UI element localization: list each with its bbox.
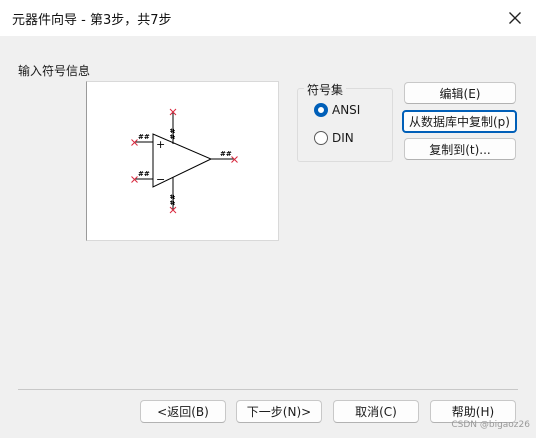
close-icon bbox=[509, 12, 521, 24]
plus-sign: + bbox=[156, 138, 165, 151]
radio-ansi[interactable]: ANSI bbox=[314, 103, 360, 117]
radio-din-indicator[interactable] bbox=[314, 131, 328, 145]
copy-from-database-button[interactable]: 从数据库中复制(p) bbox=[402, 110, 517, 133]
title-bar: 元器件向导 - 第3步，共7步 bbox=[0, 0, 536, 36]
watermark: CSDN @bigaoz26 bbox=[451, 420, 530, 430]
window-title: 元器件向导 - 第3步，共7步 bbox=[12, 13, 172, 28]
copy-to-button[interactable]: 复制到(t)... bbox=[404, 138, 516, 160]
symbol-set-title: 符号集 bbox=[304, 81, 347, 98]
symbol-set-group bbox=[297, 88, 393, 162]
pin-mark-power-bottom: ## bbox=[168, 194, 176, 206]
pin-mark-input-minus: ## bbox=[138, 170, 150, 178]
radio-din-label: DIN bbox=[332, 131, 354, 145]
pin-mark-output: ## bbox=[220, 150, 232, 158]
radio-ansi-label: ANSI bbox=[332, 103, 361, 117]
back-button[interactable]: <返回(B) bbox=[140, 400, 226, 423]
next-button[interactable]: 下一步(N)> bbox=[236, 400, 322, 423]
opamp-symbol-icon: + − ## ## ## ## ## bbox=[131, 108, 238, 214]
cancel-button[interactable]: 取消(C) bbox=[333, 400, 419, 423]
radio-din[interactable]: DIN bbox=[314, 131, 354, 145]
pin-mark-input-plus: ## bbox=[138, 133, 150, 141]
close-button[interactable] bbox=[502, 5, 528, 31]
radio-ansi-indicator[interactable] bbox=[314, 103, 328, 117]
edit-button[interactable]: 编辑(E) bbox=[404, 82, 516, 104]
pin-mark-power-top: ## bbox=[168, 128, 176, 140]
symbol-info-label: 输入符号信息 bbox=[18, 64, 91, 78]
minus-sign: − bbox=[156, 173, 165, 186]
symbol-preview: + − ## ## ## ## ## bbox=[86, 81, 279, 241]
footer-separator bbox=[18, 389, 518, 390]
